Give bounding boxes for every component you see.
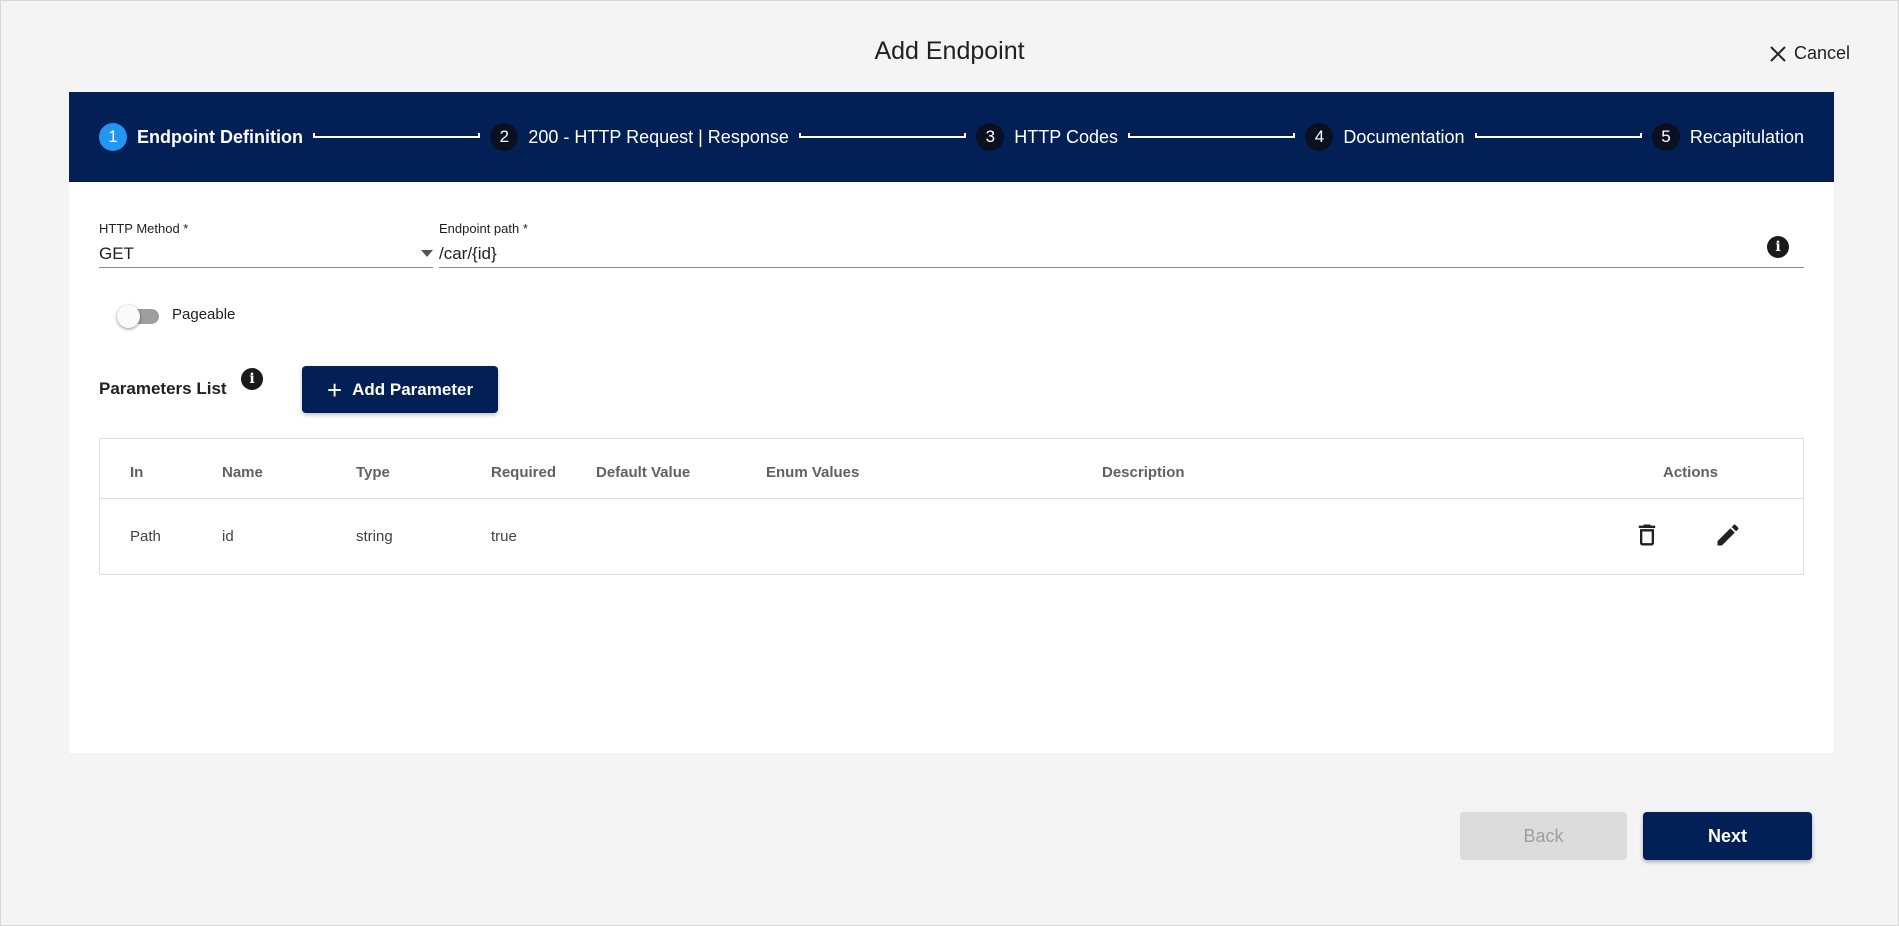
column-header-actions: Actions xyxy=(1663,464,1719,481)
toggle-thumb xyxy=(117,305,140,328)
cell-in: Path xyxy=(130,528,161,545)
pencil-icon[interactable] xyxy=(1714,521,1742,549)
http-method-label: HTTP Method * xyxy=(99,221,189,236)
step-connector xyxy=(798,133,967,138)
column-header-name: Name xyxy=(222,464,263,481)
step-label: 200 - HTTP Request | Response xyxy=(528,126,789,147)
column-header-enum-values: Enum Values xyxy=(766,464,860,481)
add-endpoint-dialog: Add Endpoint Cancel 1 Endpoint Definitio… xyxy=(0,0,1899,926)
endpoint-path-label: Endpoint path * xyxy=(439,221,528,236)
step-connector xyxy=(312,133,481,138)
step-documentation[interactable]: 4 Documentation xyxy=(1305,123,1465,151)
column-header-required: Required xyxy=(491,464,557,481)
cell-required: true xyxy=(491,528,517,545)
step-label: Endpoint Definition xyxy=(137,126,303,147)
endpoint-definition-panel: HTTP Method * GET Endpoint path * /car/{… xyxy=(69,182,1834,753)
endpoint-path-input[interactable]: /car/{id} xyxy=(439,244,497,264)
column-header-description: Description xyxy=(1102,464,1185,481)
http-method-underline xyxy=(99,267,433,268)
http-method-select[interactable]: GET xyxy=(99,244,134,264)
parameters-list-title: Parameters List xyxy=(99,379,227,398)
step-recapitulation[interactable]: 5 Recapitulation xyxy=(1651,123,1804,151)
dialog-title: Add Endpoint xyxy=(874,37,1025,65)
stepper: 1 Endpoint Definition 2 200 - HTTP Reque… xyxy=(69,92,1834,182)
parameters-table: In Name Type Required Default Value Enum… xyxy=(99,438,1804,575)
column-header-type: Type xyxy=(356,464,390,481)
step-number: 1 xyxy=(99,123,127,151)
step-http-codes[interactable]: 3 HTTP Codes xyxy=(976,123,1118,151)
endpoint-path-underline xyxy=(439,267,1804,268)
add-parameter-label: Add Parameter xyxy=(352,379,474,399)
info-icon[interactable]: i xyxy=(1767,236,1789,258)
step-label: HTTP Codes xyxy=(1014,126,1118,147)
back-button[interactable]: Back xyxy=(1460,812,1627,860)
info-icon[interactable]: i xyxy=(241,368,263,390)
step-http-request-response[interactable]: 2 200 - HTTP Request | Response xyxy=(490,123,789,151)
cell-name: id xyxy=(222,528,234,545)
cell-type: string xyxy=(356,528,393,545)
step-connector xyxy=(1474,133,1643,138)
trash-icon[interactable] xyxy=(1633,521,1661,549)
step-number: 2 xyxy=(490,123,519,151)
cancel-label: Cancel xyxy=(1793,43,1850,63)
add-parameter-button[interactable]: + Add Parameter xyxy=(302,366,498,413)
step-number: 5 xyxy=(1651,123,1680,151)
step-number: 3 xyxy=(976,123,1005,151)
next-button[interactable]: Next xyxy=(1643,812,1812,860)
pageable-toggle[interactable] xyxy=(117,303,161,329)
step-label: Recapitulation xyxy=(1689,126,1804,147)
step-endpoint-definition[interactable]: 1 Endpoint Definition xyxy=(99,123,303,151)
pageable-label: Pageable xyxy=(172,306,236,323)
column-header-in: In xyxy=(130,464,144,481)
step-number: 4 xyxy=(1305,123,1334,151)
chevron-down-icon[interactable] xyxy=(421,250,433,257)
table-header: In Name Type Required Default Value Enum… xyxy=(100,439,1803,499)
cancel-button[interactable]: Cancel xyxy=(1768,43,1850,64)
step-connector xyxy=(1128,133,1296,138)
step-label: Documentation xyxy=(1343,126,1465,147)
plus-icon: + xyxy=(326,374,343,405)
close-icon xyxy=(1770,45,1786,62)
column-header-default-value: Default Value xyxy=(596,464,691,481)
